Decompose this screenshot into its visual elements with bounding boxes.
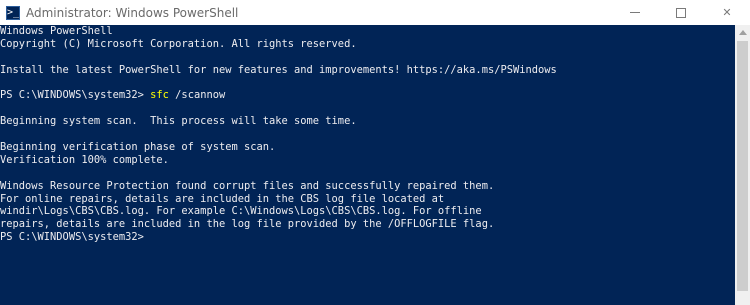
- console-line: Windows Resource Protection found corrup…: [0, 180, 735, 193]
- console-area[interactable]: Windows PowerShell Copyright (C) Microsof…: [0, 25, 735, 305]
- console-prompt: PS C:\WINDOWS\system32>: [0, 89, 151, 102]
- console-text: /scannow: [168, 89, 226, 102]
- scroll-thumb[interactable]: [737, 41, 748, 291]
- title-bar[interactable]: >_ Administrator: Windows PowerShell ✕: [0, 0, 750, 25]
- console-line: For online repairs, details are included…: [0, 193, 735, 206]
- console-text: Beginning system scan. This process will…: [0, 115, 357, 128]
- console-text: For online repairs, details are included…: [0, 192, 445, 205]
- minimize-icon: [630, 12, 640, 13]
- console-text: Copyright (C) Microsoft Corporation. All…: [0, 37, 357, 50]
- close-icon: ✕: [722, 6, 732, 19]
- console-line: PS C:\WINDOWS\system32> sfc /scannow: [0, 89, 735, 102]
- console-text: Windows PowerShell: [0, 25, 113, 37]
- console-line: Windows PowerShell: [0, 25, 735, 38]
- console-line: Install the latest PowerShell for new fe…: [0, 64, 735, 77]
- maximize-icon: [676, 7, 686, 18]
- vertical-scrollbar[interactable]: [735, 25, 750, 305]
- console-line: PS C:\WINDOWS\system32>: [0, 231, 735, 244]
- chevron-up-icon: [738, 30, 747, 35]
- minimize-button[interactable]: [612, 0, 658, 25]
- console-line: Verification 100% complete.: [0, 154, 735, 167]
- console-command: sfc: [150, 89, 169, 102]
- maximize-button[interactable]: [658, 0, 704, 25]
- console-text: repairs, details are included in the log…: [0, 218, 495, 231]
- window-controls: ✕: [612, 0, 750, 25]
- window-title: Administrator: Windows PowerShell: [26, 5, 239, 20]
- console-line: Beginning verification phase of system s…: [0, 141, 735, 154]
- scroll-up-button[interactable]: [735, 25, 750, 40]
- console-line: Copyright (C) Microsoft Corporation. All…: [0, 38, 735, 51]
- console-prompt: PS C:\WINDOWS\system32>: [0, 231, 151, 244]
- console-text: windir\Logs\CBS\CBS.log. For example C:\…: [0, 205, 482, 218]
- console-line: repairs, details are included in the log…: [0, 218, 735, 231]
- close-button[interactable]: ✕: [704, 0, 750, 25]
- console-text: Install the latest PowerShell for new fe…: [0, 63, 557, 76]
- console-line: Beginning system scan. This process will…: [0, 115, 735, 128]
- console-output: Windows PowerShell Copyright (C) Microsof…: [0, 25, 735, 244]
- powershell-icon: >_: [6, 5, 20, 20]
- console-text: Beginning verification phase of system s…: [0, 141, 276, 154]
- console-text: Verification 100% complete.: [0, 153, 169, 166]
- console-text: Windows Resource Protection found corrup…: [0, 179, 495, 192]
- console-line: windir\Logs\CBS\CBS.log. For example C:\…: [0, 205, 735, 218]
